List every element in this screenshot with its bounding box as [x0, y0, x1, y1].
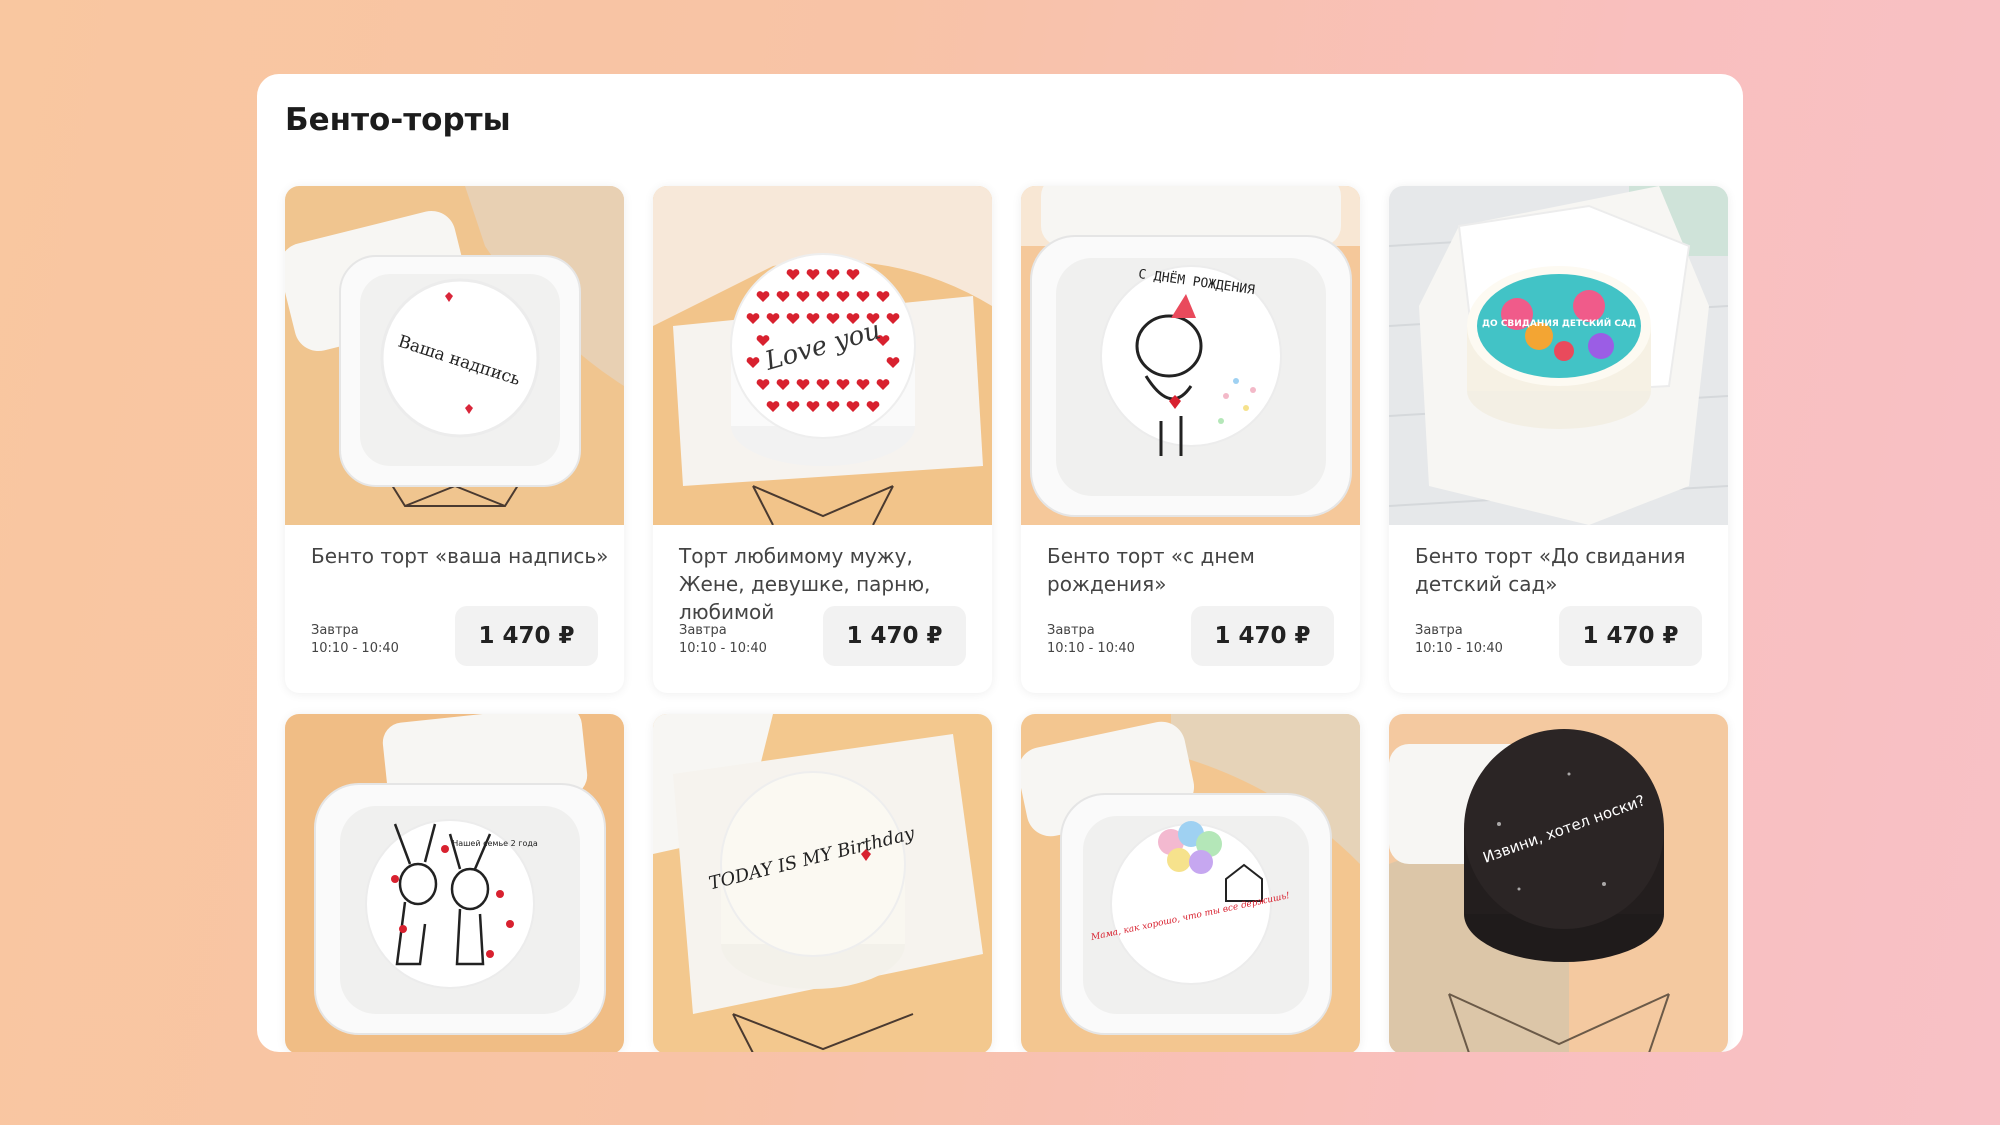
product-grid: Ваша надпись Бенто торт «ваша надпись» З… [285, 186, 1728, 1052]
product-card[interactable]: Мама, как хорошо, что ты все держишь! [1021, 714, 1360, 1052]
product-section: Бенто-торты Ваша надпись Бенто торт «ваш… [257, 74, 1743, 1052]
delivery-day: Завтра [1047, 623, 1095, 638]
delivery-info: Завтра 10:10 - 10:40 [679, 622, 767, 658]
delivery-day: Завтра [1415, 623, 1463, 638]
product-card[interactable]: ДО СВИДАНИЯ ДЕТСКИЙ САД Бенто торт «До с… [1389, 186, 1728, 693]
section-title: Бенто-торты [285, 102, 511, 138]
delivery-day: Завтра [311, 623, 359, 638]
product-card[interactable]: Ваша надпись Бенто торт «ваша надпись» З… [285, 186, 624, 693]
product-image[interactable]: ДО СВИДАНИЯ ДЕТСКИЙ САД [1389, 186, 1728, 525]
add-to-cart-price-button[interactable]: 1 470 ₽ [455, 606, 598, 666]
product-image[interactable]: С ДНЁМ РОЖДЕНИЯ [1021, 186, 1360, 525]
delivery-time: 10:10 - 10:40 [1415, 641, 1503, 656]
delivery-info: Завтра 10:10 - 10:40 [311, 622, 399, 658]
add-to-cart-price-button[interactable]: 1 470 ₽ [1191, 606, 1334, 666]
delivery-time: 10:10 - 10:40 [311, 641, 399, 656]
product-image[interactable]: Нашей семье 2 года [285, 714, 624, 1052]
product-card[interactable]: Извини, хотел носки? [1389, 714, 1728, 1052]
product-card[interactable]: Нашей семье 2 года [285, 714, 624, 1052]
product-image[interactable]: Извини, хотел носки? [1389, 714, 1728, 1052]
delivery-time: 10:10 - 10:40 [1047, 641, 1135, 656]
product-image[interactable]: Love you [653, 186, 992, 525]
product-card[interactable]: TODAY IS MY Birthday [653, 714, 992, 1052]
delivery-info: Завтра 10:10 - 10:40 [1047, 622, 1135, 658]
delivery-day: Завтра [679, 623, 727, 638]
product-card[interactable]: С ДНЁМ РОЖДЕНИЯ Бенто торт «с днем рожде… [1021, 186, 1360, 693]
cake-inscription: ДО СВИДАНИЯ ДЕТСКИЙ САД [1482, 317, 1636, 329]
add-to-cart-price-button[interactable]: 1 470 ₽ [823, 606, 966, 666]
product-image[interactable]: TODAY IS MY Birthday [653, 714, 992, 1052]
delivery-info: Завтра 10:10 - 10:40 [1415, 622, 1503, 658]
product-name[interactable]: Бенто торт «До свидания детский сад» [1415, 542, 1715, 598]
product-name[interactable]: Бенто торт «с днем рождения» [1047, 542, 1347, 598]
product-name[interactable]: Бенто торт «ваша надпись» [311, 542, 611, 570]
product-image[interactable]: Мама, как хорошо, что ты все держишь! [1021, 714, 1360, 1052]
product-image[interactable]: Ваша надпись [285, 186, 624, 525]
product-card[interactable]: Love you Торт любимому мужу, Жене, девуш… [653, 186, 992, 693]
add-to-cart-price-button[interactable]: 1 470 ₽ [1559, 606, 1702, 666]
delivery-time: 10:10 - 10:40 [679, 641, 767, 656]
cake-inscription: Нашей семье 2 года [452, 839, 538, 848]
